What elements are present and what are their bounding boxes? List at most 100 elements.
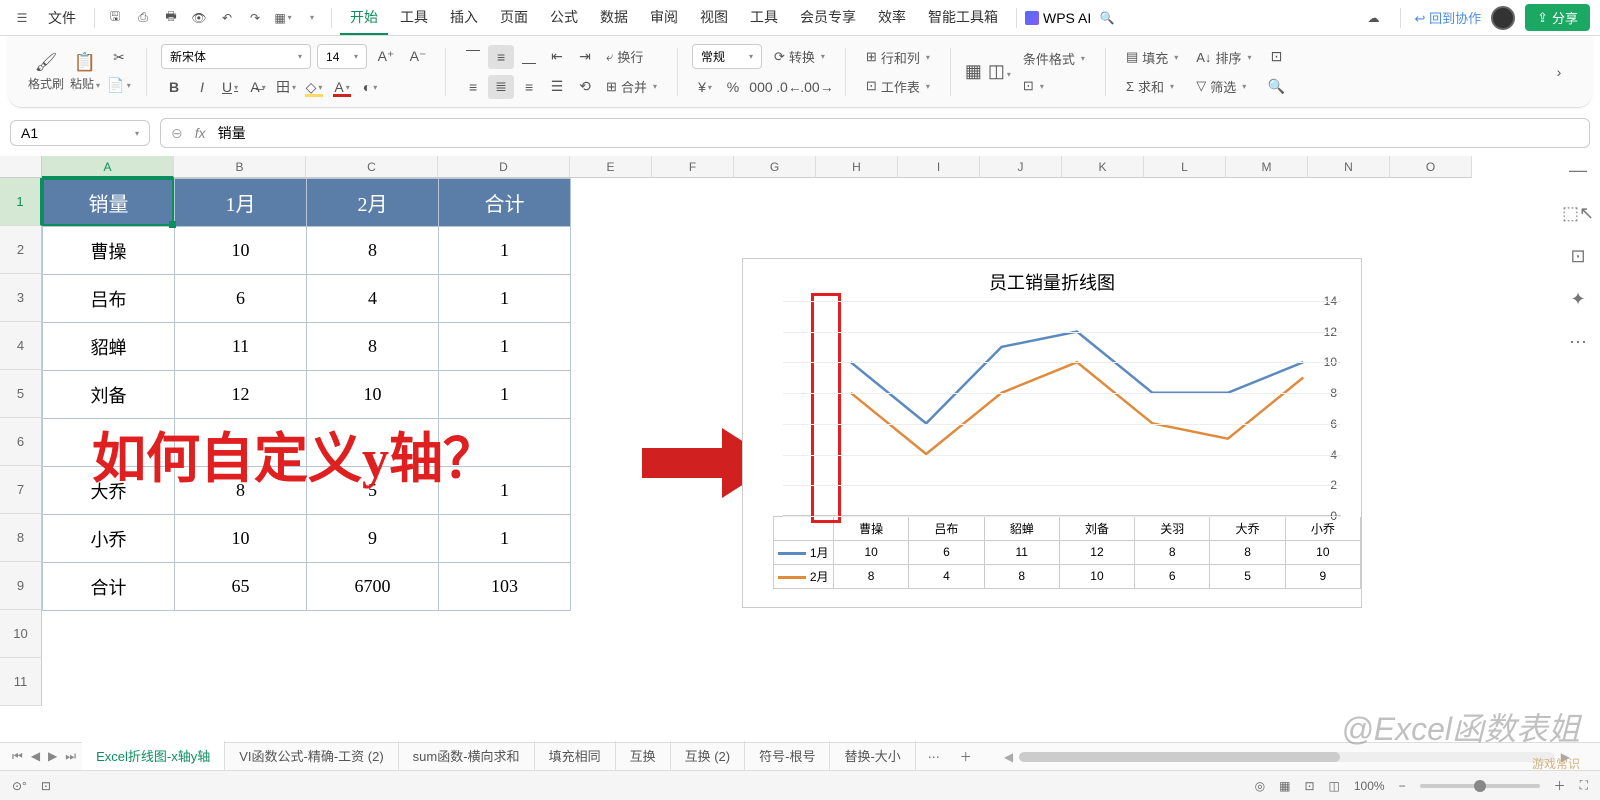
fullscreen-icon[interactable]: ⛶ xyxy=(1580,778,1588,793)
col-header-C[interactable]: C xyxy=(306,156,438,178)
col-header-J[interactable]: J xyxy=(980,156,1062,178)
col-header-O[interactable]: O xyxy=(1390,156,1472,178)
align-center-icon[interactable]: ≣ xyxy=(488,75,514,99)
collapse-ribbon-icon[interactable]: › xyxy=(1546,60,1572,84)
merge-button[interactable]: ⊞ 合并▾ xyxy=(600,75,663,99)
row-header-5[interactable]: 5 xyxy=(0,370,42,418)
table-cell[interactable]: 1 xyxy=(439,227,571,275)
menu-开始[interactable]: 开始 xyxy=(340,1,388,35)
row-header-2[interactable]: 2 xyxy=(0,226,42,274)
table-cell[interactable] xyxy=(175,419,307,467)
view-split-icon[interactable]: ◫ xyxy=(1329,779,1340,793)
row-header-10[interactable]: 10 xyxy=(0,610,42,658)
col-header-F[interactable]: F xyxy=(652,156,734,178)
indent-increase-icon[interactable]: ⇥ xyxy=(572,45,598,69)
row-header-11[interactable]: 11 xyxy=(0,658,42,706)
share-button[interactable]: ⇪ 分享 xyxy=(1525,4,1590,31)
font-name-select[interactable]: 新宋体▾ xyxy=(161,44,311,69)
filter-button[interactable]: ▽ 筛选▾ xyxy=(1190,75,1257,98)
row-header-8[interactable]: 8 xyxy=(0,514,42,562)
table-cell[interactable]: 曹操 xyxy=(43,227,175,275)
row-header-9[interactable]: 9 xyxy=(0,562,42,610)
table-header-cell[interactable]: 2月 xyxy=(307,179,439,227)
table-header-cell[interactable]: 1月 xyxy=(175,179,307,227)
wps-ai-button[interactable]: WPS AI xyxy=(1025,10,1091,26)
table-cell[interactable] xyxy=(439,419,571,467)
col-header-I[interactable]: I xyxy=(898,156,980,178)
undo-icon[interactable]: ↶ xyxy=(215,6,239,30)
name-box[interactable]: A1▾ xyxy=(10,120,150,146)
table-cell[interactable]: 9 xyxy=(307,515,439,563)
menu-公式[interactable]: 公式 xyxy=(540,1,588,35)
copy-icon[interactable]: 📄▾ xyxy=(106,74,132,98)
font-color-button[interactable]: A▾ xyxy=(329,75,355,99)
row-header-4[interactable]: 4 xyxy=(0,322,42,370)
table-cell[interactable]: 刘备 xyxy=(43,371,175,419)
save-icon[interactable]: 🖫 xyxy=(103,6,127,30)
table-cell[interactable]: 1 xyxy=(439,323,571,371)
sheet-tab[interactable]: 互换 xyxy=(616,741,671,772)
menu-审阅[interactable]: 审阅 xyxy=(640,1,688,35)
zoom-value[interactable]: 100% xyxy=(1354,779,1385,793)
strikethrough-button[interactable]: A̶▾ xyxy=(245,75,271,99)
table-cell[interactable] xyxy=(43,419,175,467)
currency-icon[interactable]: ¥▾ xyxy=(692,75,718,99)
cancel-formula-icon[interactable]: ⊖ xyxy=(171,125,183,142)
table-cell[interactable]: 65 xyxy=(175,563,307,611)
col-header-D[interactable]: D xyxy=(438,156,570,178)
col-header-G[interactable]: G xyxy=(734,156,816,178)
find-icon[interactable]: 🔍 xyxy=(1263,75,1289,99)
table-cell[interactable]: 小乔 xyxy=(43,515,175,563)
sort-button[interactable]: A↓ 排序▾ xyxy=(1190,46,1257,69)
increase-font-icon[interactable]: A⁺ xyxy=(373,44,399,68)
user-avatar[interactable] xyxy=(1491,6,1515,30)
align-bottom-icon[interactable]: ⎽ xyxy=(516,45,542,69)
cell-style-icon[interactable]: ◫▾ xyxy=(988,61,1011,82)
fill-color-button[interactable]: ◇▾ xyxy=(301,75,327,99)
align-top-icon[interactable]: ⎺ xyxy=(460,45,486,69)
table-cell[interactable]: 8 xyxy=(307,323,439,371)
align-left-icon[interactable]: ≡ xyxy=(460,75,486,99)
save-as-icon[interactable]: ⎙ xyxy=(131,6,155,30)
view-reader-icon[interactable]: ⊡ xyxy=(1304,779,1314,793)
view-normal-icon[interactable]: ◎ xyxy=(1255,779,1265,793)
table-cell[interactable] xyxy=(307,419,439,467)
font-size-select[interactable]: 14▾ xyxy=(317,44,367,69)
format-painter-button[interactable]: 🖌格式刷 xyxy=(28,52,64,92)
sheet-tab[interactable]: 替换-大小 xyxy=(830,741,915,772)
indent-decrease-icon[interactable]: ⇤ xyxy=(544,45,570,69)
col-header-B[interactable]: B xyxy=(174,156,306,178)
menu-会员专享[interactable]: 会员专享 xyxy=(790,1,866,35)
table-cell[interactable]: 6700 xyxy=(307,563,439,611)
table-cell[interactable]: 8 xyxy=(175,467,307,515)
table-cell[interactable]: 1 xyxy=(439,275,571,323)
table-cell[interactable]: 10 xyxy=(175,515,307,563)
sheet-tab[interactable]: sum函数-横向求和 xyxy=(399,741,535,772)
hamburger-icon[interactable]: ☰ xyxy=(10,6,34,30)
sheet-tab[interactable]: 填充相同 xyxy=(535,741,616,772)
underline-button[interactable]: U▾ xyxy=(217,75,243,99)
increase-decimal-icon[interactable]: .00→ xyxy=(804,75,830,99)
wrap-text-button[interactable]: ⤶ 换行 xyxy=(600,45,649,69)
menu-页面[interactable]: 页面 xyxy=(490,1,538,35)
table-style-icon[interactable]: ▦ xyxy=(965,61,982,82)
embedded-chart[interactable]: 员工销量折线图 02468101214 曹操吕布貂蝉刘备关羽大乔小乔 1月106… xyxy=(742,258,1362,608)
freeze-button[interactable]: ⊡▾ xyxy=(1017,76,1091,96)
layout-icon[interactable]: ⊡ xyxy=(41,779,51,793)
print-icon[interactable]: 🖶 xyxy=(159,6,183,30)
comma-icon[interactable]: 000 xyxy=(748,75,774,99)
col-header-K[interactable]: K xyxy=(1062,156,1144,178)
number-format-select[interactable]: 常规▾ xyxy=(692,44,762,69)
file-menu[interactable]: 文件 xyxy=(38,2,86,34)
table-cell[interactable]: 8 xyxy=(307,227,439,275)
cloud-icon[interactable]: ☁ xyxy=(1362,6,1386,30)
table-cell[interactable]: 4 xyxy=(307,275,439,323)
record-icon[interactable]: ⊙° xyxy=(12,779,27,793)
cells-area[interactable]: 销量1月2月合计 曹操1081吕布641貂蝉1181刘备12101大乔851小乔… xyxy=(42,178,1580,716)
sheet-first-icon[interactable]: ⏮ xyxy=(10,749,25,764)
menu-效率[interactable]: 效率 xyxy=(868,1,916,35)
sum-button[interactable]: Σ 求和▾ xyxy=(1120,75,1184,98)
table-header-cell[interactable]: 合计 xyxy=(439,179,571,227)
add-sheet-icon[interactable]: ＋ xyxy=(952,748,980,765)
menu-插入[interactable]: 插入 xyxy=(440,1,488,35)
